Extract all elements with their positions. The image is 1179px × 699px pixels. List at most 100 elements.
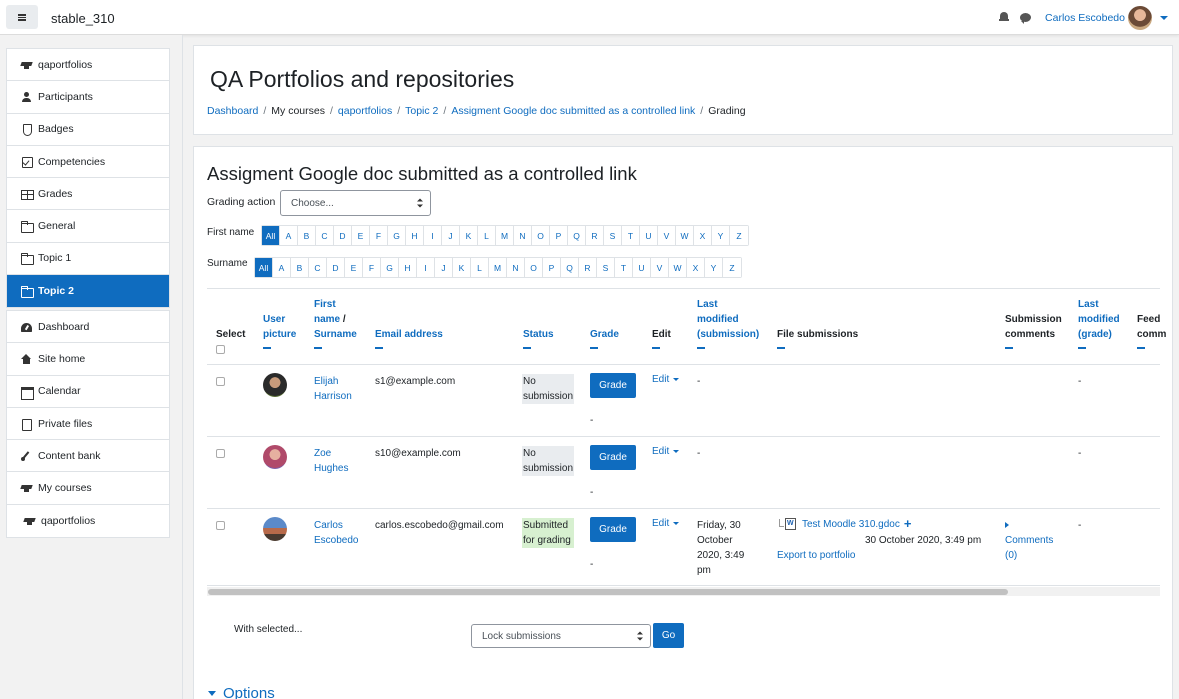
surname-initial-f[interactable]: F xyxy=(363,258,381,277)
user-name-link[interactable]: Zoe Hughes xyxy=(314,446,348,476)
table-horizontal-scrollbar[interactable] xyxy=(207,587,1160,596)
nav-item-general[interactable]: General xyxy=(7,210,169,243)
first-name-initial-f[interactable]: F xyxy=(370,226,388,245)
nav-item-course-qaportfolios[interactable]: qaportfolios xyxy=(7,49,169,82)
row-select-checkbox[interactable] xyxy=(216,377,225,386)
file-name-link[interactable]: Test Moodle 310.gdoc xyxy=(802,519,900,530)
collapse-column-icon[interactable] xyxy=(777,347,785,349)
grading-action-select[interactable]: Choose... xyxy=(280,190,431,216)
surname-initial-v[interactable]: V xyxy=(651,258,669,277)
col-header-status[interactable]: Status xyxy=(523,327,554,349)
collapse-column-icon[interactable] xyxy=(523,347,531,349)
breadcrumb-topic[interactable]: Topic 2 xyxy=(405,105,438,117)
surname-initial-q[interactable]: Q xyxy=(561,258,579,277)
sort-first-name-link[interactable]: First xyxy=(314,297,357,312)
first-name-initial-e[interactable]: E xyxy=(352,226,370,245)
breadcrumb-course[interactable]: qaportfolios xyxy=(338,105,392,117)
col-header-last-modified-submission[interactable]: Last modified (submission) xyxy=(697,297,759,349)
go-button[interactable]: Go xyxy=(653,623,684,648)
nav-item-content-bank[interactable]: Content bank xyxy=(7,440,169,473)
user-menu-caret-icon[interactable] xyxy=(1160,15,1168,20)
surname-initial-m[interactable]: M xyxy=(489,258,507,277)
edit-dropdown[interactable]: Edit xyxy=(652,518,680,529)
comments-toggle[interactable]: Comments (0) xyxy=(1005,518,1053,563)
col-header-user-picture[interactable]: User picture xyxy=(263,312,296,349)
notifications-bell-icon[interactable] xyxy=(999,12,1010,23)
user-avatar[interactable] xyxy=(263,373,287,397)
collapse-column-icon[interactable] xyxy=(314,347,322,349)
first-name-initial-d[interactable]: D xyxy=(334,226,352,245)
first-name-initial-y[interactable]: Y xyxy=(712,226,730,245)
nav-item-dashboard[interactable]: Dashboard xyxy=(7,311,169,344)
plus-icon[interactable]: + xyxy=(904,517,912,530)
first-name-initial-z[interactable]: Z xyxy=(730,226,748,245)
col-header-last-modified-grade[interactable]: Last modified (grade) xyxy=(1078,297,1120,349)
surname-initial-d[interactable]: D xyxy=(327,258,345,277)
nav-item-topic-1[interactable]: Topic 1 xyxy=(7,243,169,276)
first-name-initial-l[interactable]: L xyxy=(478,226,496,245)
surname-initial-r[interactable]: R xyxy=(579,258,597,277)
col-header-email[interactable]: Email address xyxy=(375,327,443,349)
messages-chat-icon[interactable] xyxy=(1020,13,1032,24)
surname-initial-t[interactable]: T xyxy=(615,258,633,277)
collapse-column-icon[interactable] xyxy=(652,347,660,349)
nav-item-badges[interactable]: Badges xyxy=(7,114,169,146)
edit-dropdown[interactable]: Edit xyxy=(652,374,680,385)
user-avatar[interactable] xyxy=(263,445,287,469)
breadcrumb-dashboard[interactable]: Dashboard xyxy=(207,105,258,117)
nav-item-my-courses[interactable]: My courses xyxy=(7,472,169,505)
collapse-column-icon[interactable] xyxy=(1078,347,1086,349)
first-name-initial-s[interactable]: S xyxy=(604,226,622,245)
first-name-initial-m[interactable]: M xyxy=(496,226,514,245)
first-name-initial-c[interactable]: C xyxy=(316,226,334,245)
grade-button[interactable]: Grade xyxy=(590,373,636,398)
surname-initial-j[interactable]: J xyxy=(435,258,453,277)
surname-initial-i[interactable]: I xyxy=(417,258,435,277)
surname-initial-s[interactable]: S xyxy=(597,258,615,277)
user-name-link[interactable]: Elijah Harrison xyxy=(314,374,352,404)
breadcrumb-assignment[interactable]: Assigment Google doc submitted as a cont… xyxy=(451,105,695,117)
nav-item-private-files[interactable]: Private files xyxy=(7,408,169,441)
surname-initial-a[interactable]: A xyxy=(273,258,291,277)
nav-item-competencies[interactable]: Competencies xyxy=(7,146,169,179)
surname-initial-k[interactable]: K xyxy=(453,258,471,277)
surname-initial-all[interactable]: All xyxy=(255,258,273,277)
collapse-column-icon[interactable] xyxy=(263,347,271,349)
sort-first-name-link[interactable]: name xyxy=(314,314,340,325)
export-to-portfolio-link[interactable]: Export to portfolio xyxy=(777,548,855,563)
nav-item-participants[interactable]: Participants xyxy=(7,81,169,114)
nav-item-my-course-qaportfolios[interactable]: qaportfolios xyxy=(7,505,169,537)
scrollbar-thumb[interactable] xyxy=(208,589,1008,595)
surname-initial-h[interactable]: H xyxy=(399,258,417,277)
user-avatar[interactable] xyxy=(263,517,287,541)
first-name-initial-n[interactable]: N xyxy=(514,226,532,245)
options-section-toggle[interactable]: Options xyxy=(208,685,275,699)
surname-initial-x[interactable]: X xyxy=(687,258,705,277)
first-name-initial-v[interactable]: V xyxy=(658,226,676,245)
surname-initial-l[interactable]: L xyxy=(471,258,489,277)
first-name-initial-a[interactable]: A xyxy=(280,226,298,245)
first-name-initial-i[interactable]: I xyxy=(424,226,442,245)
surname-initial-n[interactable]: N xyxy=(507,258,525,277)
surname-initial-o[interactable]: O xyxy=(525,258,543,277)
first-name-initial-q[interactable]: Q xyxy=(568,226,586,245)
nav-item-topic-2[interactable]: Topic 2 xyxy=(7,275,169,308)
first-name-initial-p[interactable]: P xyxy=(550,226,568,245)
first-name-initial-u[interactable]: U xyxy=(640,226,658,245)
first-name-initial-all[interactable]: All xyxy=(262,226,280,245)
row-select-checkbox[interactable] xyxy=(216,521,225,530)
nav-item-grades[interactable]: Grades xyxy=(7,178,169,211)
surname-initial-g[interactable]: G xyxy=(381,258,399,277)
collapse-column-icon[interactable] xyxy=(697,347,705,349)
user-avatar[interactable] xyxy=(1128,5,1152,30)
collapse-column-icon[interactable] xyxy=(375,347,383,349)
surname-initial-p[interactable]: P xyxy=(543,258,561,277)
site-name[interactable]: stable_310 xyxy=(51,11,115,26)
surname-initial-e[interactable]: E xyxy=(345,258,363,277)
collapse-column-icon[interactable] xyxy=(1005,347,1013,349)
first-name-initial-k[interactable]: K xyxy=(460,226,478,245)
collapse-column-icon[interactable] xyxy=(590,347,598,349)
surname-initial-y[interactable]: Y xyxy=(705,258,723,277)
grade-button[interactable]: Grade xyxy=(590,517,636,542)
first-name-initial-j[interactable]: J xyxy=(442,226,460,245)
